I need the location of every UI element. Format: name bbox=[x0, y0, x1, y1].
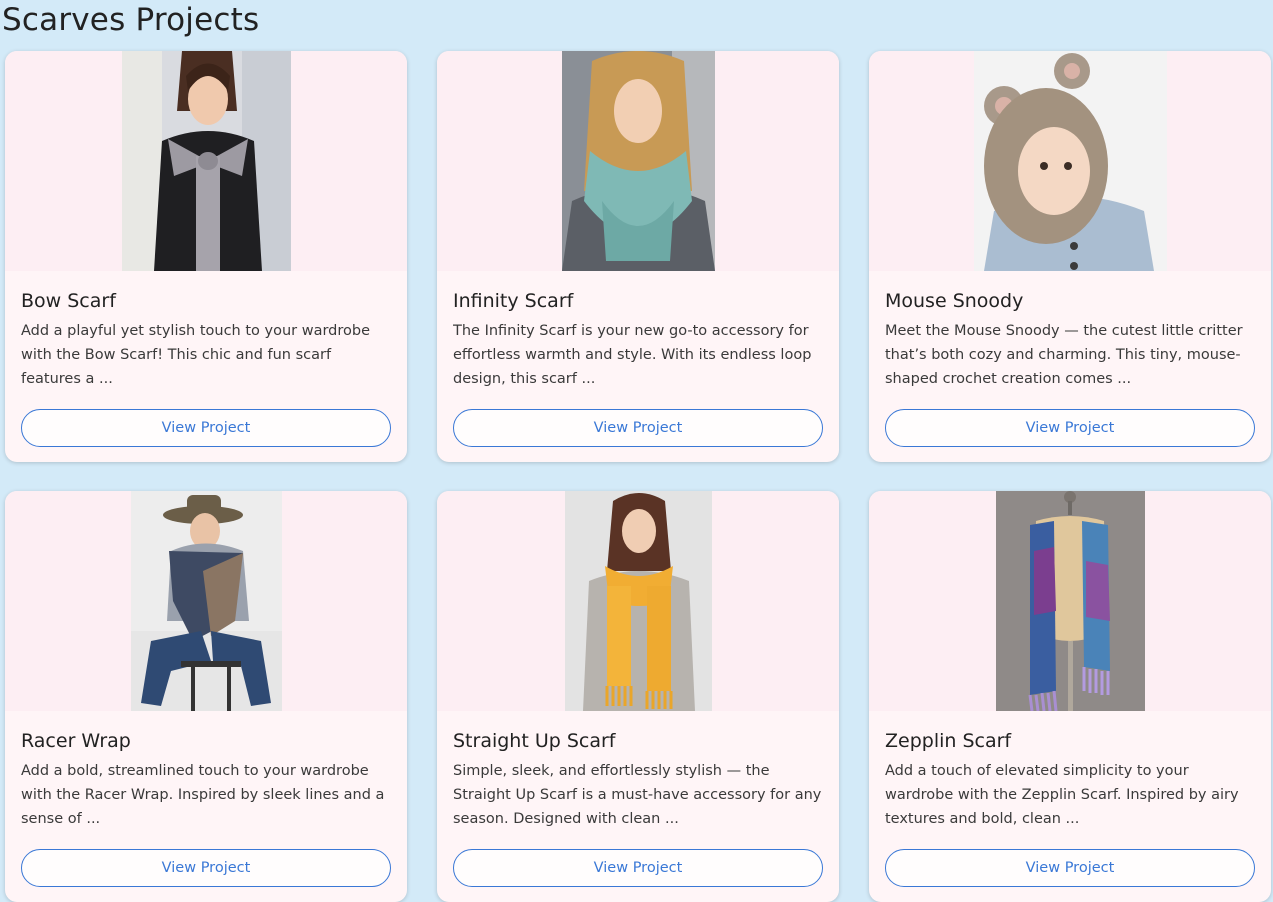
view-project-button[interactable]: View Project bbox=[453, 409, 823, 447]
project-card: Mouse Snoody Meet the Mouse Snoody — the… bbox=[869, 51, 1271, 462]
card-title: Zepplin Scarf bbox=[885, 730, 1012, 752]
view-project-button[interactable]: View Project bbox=[885, 409, 1255, 447]
card-title: Infinity Scarf bbox=[453, 290, 574, 312]
project-card: Zepplin Scarf Add a touch of elevated si… bbox=[869, 491, 1271, 902]
card-title: Racer Wrap bbox=[21, 730, 131, 752]
card-title: Straight Up Scarf bbox=[453, 730, 616, 752]
card-description: Add a playful yet stylish touch to your … bbox=[21, 323, 371, 387]
page-title: Scarves Projects bbox=[2, 2, 260, 38]
card-title: Mouse Snoody bbox=[885, 290, 1024, 312]
card-image-area bbox=[437, 51, 839, 271]
card-description: Add a touch of elevated simplicity to yo… bbox=[885, 763, 1239, 827]
project-card: Bow Scarf Add a playful yet stylish touc… bbox=[5, 51, 407, 462]
card-description: Meet the Mouse Snoody — the cutest littl… bbox=[885, 323, 1243, 387]
view-project-button[interactable]: View Project bbox=[21, 409, 391, 447]
card-title: Bow Scarf bbox=[21, 290, 116, 312]
project-card: Racer Wrap Add a bold, streamlined touch… bbox=[5, 491, 407, 902]
card-image-area bbox=[869, 491, 1271, 711]
view-project-button[interactable]: View Project bbox=[885, 849, 1255, 887]
project-card: Straight Up Scarf Simple, sleek, and eff… bbox=[437, 491, 839, 902]
zepplin-scarf-photo[interactable] bbox=[995, 491, 1145, 711]
card-image-area bbox=[869, 51, 1271, 271]
bow-scarf-photo[interactable] bbox=[121, 51, 291, 271]
project-grid: Bow Scarf Add a playful yet stylish touc… bbox=[5, 51, 1271, 902]
card-image-area bbox=[5, 491, 407, 711]
infinity-scarf-photo[interactable] bbox=[561, 51, 715, 271]
view-project-button[interactable]: View Project bbox=[21, 849, 391, 887]
card-description: Simple, sleek, and effortlessly stylish … bbox=[453, 763, 822, 827]
card-description: The Infinity Scarf is your new go-to acc… bbox=[453, 323, 812, 387]
card-image-area bbox=[437, 491, 839, 711]
racer-wrap-photo[interactable] bbox=[130, 491, 282, 711]
card-image-area bbox=[5, 51, 407, 271]
project-card: Infinity Scarf The Infinity Scarf is you… bbox=[437, 51, 839, 462]
card-description: Add a bold, streamlined touch to your wa… bbox=[21, 763, 385, 827]
view-project-button[interactable]: View Project bbox=[453, 849, 823, 887]
straight-up-scarf-photo[interactable] bbox=[564, 491, 712, 711]
mouse-snoody-photo[interactable] bbox=[973, 51, 1167, 271]
